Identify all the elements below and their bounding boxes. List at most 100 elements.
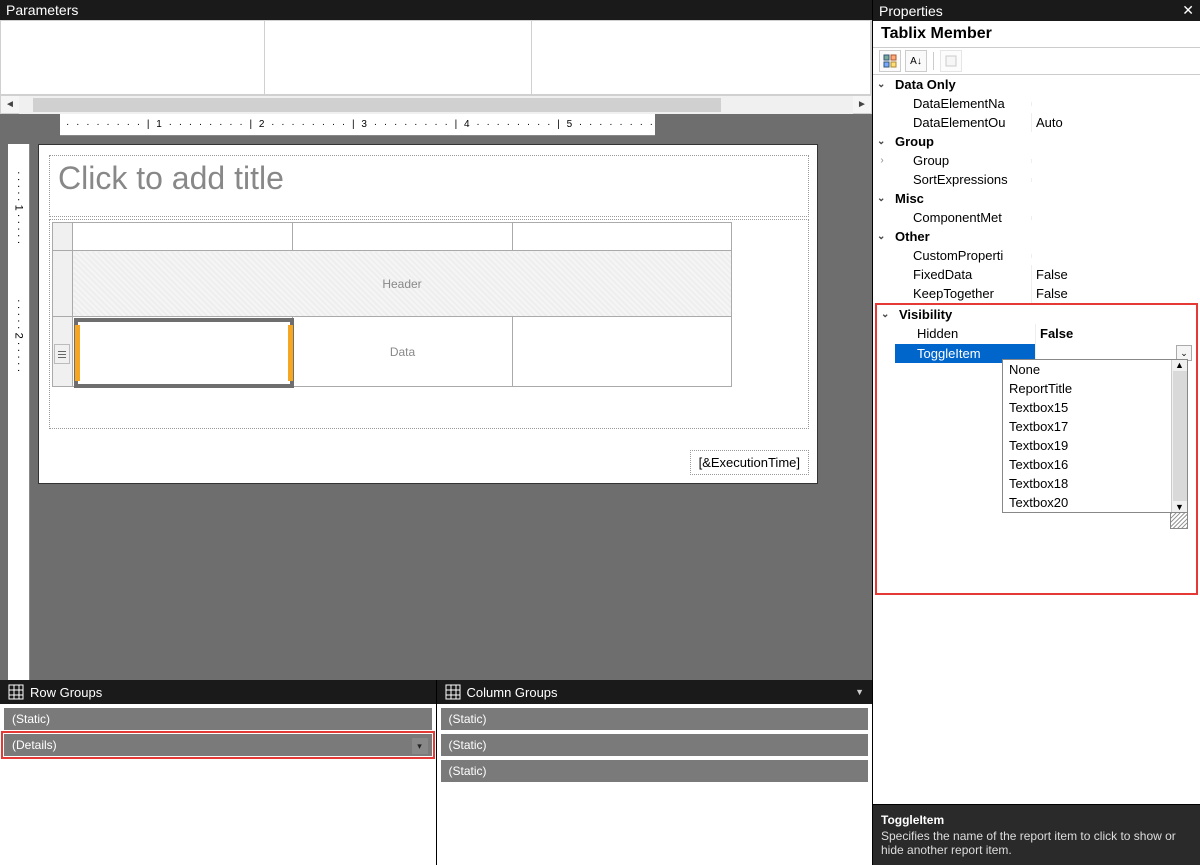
parameters-panel: Parameters ◄ ► bbox=[0, 0, 872, 114]
dropdown-option[interactable]: Textbox20 bbox=[1003, 493, 1187, 512]
properties-object-name: Tablix Member bbox=[873, 21, 1200, 48]
report-page[interactable]: Click to add title Header Data bbox=[38, 144, 818, 484]
property-name: DataElementOu bbox=[891, 113, 1031, 132]
parameters-scrollbar[interactable]: ◄ ► bbox=[1, 95, 871, 113]
property-description: ToggleItem Specifies the name of the rep… bbox=[873, 804, 1200, 865]
properties-title: Properties bbox=[879, 3, 943, 19]
properties-toolbar: A↓ bbox=[873, 48, 1200, 75]
column-groups-title: Column Groups bbox=[467, 685, 558, 700]
title-text: Click to add title bbox=[50, 156, 808, 201]
property-name: FixedData bbox=[891, 265, 1031, 284]
property-value[interactable]: False bbox=[1035, 324, 1196, 343]
column-group-item[interactable]: (Static) bbox=[441, 708, 869, 730]
scroll-right-icon[interactable]: ► bbox=[853, 96, 871, 114]
property-name: SortExpressions bbox=[891, 170, 1031, 189]
property-description-name: ToggleItem bbox=[881, 813, 1192, 827]
tablix-corner[interactable] bbox=[53, 223, 73, 251]
chevron-down-icon[interactable]: ⌄ bbox=[877, 136, 891, 147]
dropdown-option[interactable]: ReportTitle bbox=[1003, 379, 1187, 398]
property-value[interactable] bbox=[1031, 178, 1200, 182]
row-groups-title: Row Groups bbox=[30, 685, 102, 700]
design-surface[interactable]: · · · · · · · · | 1 · · · · · · · · | 2 … bbox=[0, 114, 872, 680]
col-header-1[interactable] bbox=[73, 223, 293, 251]
execution-time-placeholder[interactable]: [&ExecutionTime] bbox=[690, 450, 809, 475]
grid-icon bbox=[8, 684, 24, 700]
property-value[interactable]: False bbox=[1031, 284, 1200, 303]
report-body-region[interactable]: Header Data bbox=[49, 219, 809, 429]
property-value[interactable] bbox=[1031, 216, 1200, 220]
property-row[interactable]: ›Group bbox=[873, 151, 1200, 170]
col-header-3[interactable] bbox=[513, 223, 732, 251]
param-slot-2[interactable] bbox=[265, 21, 532, 95]
grid-icon bbox=[445, 684, 461, 700]
property-value[interactable]: Auto bbox=[1031, 113, 1200, 132]
property-row[interactable]: FixedDataFalse bbox=[873, 265, 1200, 284]
data-cell-3[interactable] bbox=[513, 317, 732, 387]
resize-handle-icon[interactable] bbox=[1170, 513, 1188, 529]
chevron-down-icon[interactable]: ⌄ bbox=[881, 309, 895, 320]
property-value[interactable] bbox=[1031, 159, 1200, 163]
property-row[interactable]: SortExpressions bbox=[873, 170, 1200, 189]
row-handle-icon[interactable] bbox=[54, 344, 70, 364]
column-group-item[interactable]: (Static) bbox=[441, 760, 869, 782]
property-row[interactable]: DataElementOuAuto bbox=[873, 113, 1200, 132]
property-category[interactable]: ⌄Misc bbox=[873, 189, 1200, 208]
dropdown-option[interactable]: Textbox15 bbox=[1003, 398, 1187, 417]
chevron-down-icon[interactable]: ⌄ bbox=[877, 79, 891, 90]
property-name: CustomProperti bbox=[891, 246, 1031, 265]
toggleitem-dropdown[interactable]: NoneReportTitleTextbox15Textbox17Textbox… bbox=[1002, 359, 1188, 513]
ruler-vertical: · · · · · 1 · · · · · · · · · · 2 · · · … bbox=[8, 144, 30, 680]
col-header-2[interactable] bbox=[293, 223, 513, 251]
dropdown-option[interactable]: None bbox=[1003, 360, 1187, 379]
column-groups-panel: Column Groups ▼ (Static) (Static) (Static) bbox=[436, 680, 873, 865]
ruler-horizontal: · · · · · · · · | 1 · · · · · · · · | 2 … bbox=[60, 114, 655, 136]
property-category[interactable]: ⌄Data Only bbox=[873, 75, 1200, 94]
property-value[interactable] bbox=[1031, 254, 1200, 258]
scroll-left-icon[interactable]: ◄ bbox=[1, 96, 19, 114]
column-groups-menu-icon[interactable]: ▼ bbox=[855, 687, 864, 697]
tablix-header-row[interactable]: Header bbox=[73, 251, 732, 317]
property-description-text: Specifies the name of the report item to… bbox=[881, 829, 1176, 857]
property-name: DataElementNa bbox=[891, 94, 1031, 113]
properties-grid[interactable]: ⌄Data OnlyDataElementNaDataElementOuAuto… bbox=[873, 75, 1200, 804]
row-groups-panel: Row Groups (Static) (Details) bbox=[0, 680, 436, 865]
param-slot-1[interactable] bbox=[1, 21, 265, 95]
property-category[interactable]: ⌄Visibility bbox=[877, 305, 1196, 324]
property-row[interactable]: KeepTogetherFalse bbox=[873, 284, 1200, 303]
property-pages-icon[interactable] bbox=[940, 50, 962, 72]
property-category[interactable]: ⌄Other bbox=[873, 227, 1200, 246]
property-name: Group bbox=[891, 151, 1031, 170]
dropdown-scrollbar[interactable]: ▲▼ bbox=[1171, 360, 1187, 512]
property-value[interactable]: False bbox=[1031, 265, 1200, 284]
row-group-item[interactable]: (Static) bbox=[4, 708, 432, 730]
dropdown-option[interactable]: Textbox18 bbox=[1003, 474, 1187, 493]
property-category[interactable]: ⌄Group bbox=[873, 132, 1200, 151]
property-row[interactable]: DataElementNa bbox=[873, 94, 1200, 113]
categorized-icon[interactable] bbox=[879, 50, 901, 72]
scroll-thumb[interactable] bbox=[33, 98, 721, 112]
selected-cell[interactable] bbox=[74, 318, 294, 388]
row-group-item[interactable]: (Details) bbox=[4, 734, 432, 756]
param-slot-3[interactable] bbox=[532, 21, 871, 95]
property-name: Hidden bbox=[895, 324, 1035, 343]
property-row[interactable]: HiddenFalse bbox=[877, 324, 1196, 343]
alphabetical-icon[interactable]: A↓ bbox=[905, 50, 927, 72]
chevron-down-icon[interactable]: ⌄ bbox=[877, 193, 891, 204]
data-cell-2[interactable]: Data bbox=[293, 317, 513, 387]
close-icon[interactable]: ✕ bbox=[1182, 2, 1194, 19]
column-group-item[interactable]: (Static) bbox=[441, 734, 869, 756]
parameters-title: Parameters bbox=[0, 0, 872, 20]
property-row[interactable]: CustomProperti bbox=[873, 246, 1200, 265]
report-title-placeholder[interactable]: Click to add title bbox=[49, 155, 809, 217]
chevron-right-icon[interactable]: › bbox=[873, 155, 891, 166]
chevron-down-icon[interactable] bbox=[412, 738, 428, 754]
chevron-down-icon[interactable]: ⌄ bbox=[877, 231, 891, 242]
dropdown-option[interactable]: Textbox16 bbox=[1003, 455, 1187, 474]
dropdown-option[interactable]: Textbox19 bbox=[1003, 436, 1187, 455]
property-value[interactable] bbox=[1031, 102, 1200, 106]
property-name: ComponentMet bbox=[891, 208, 1031, 227]
dropdown-option[interactable]: Textbox17 bbox=[1003, 417, 1187, 436]
property-row[interactable]: ComponentMet bbox=[873, 208, 1200, 227]
parameters-body: ◄ ► bbox=[0, 20, 872, 114]
property-name: KeepTogether bbox=[891, 284, 1031, 303]
